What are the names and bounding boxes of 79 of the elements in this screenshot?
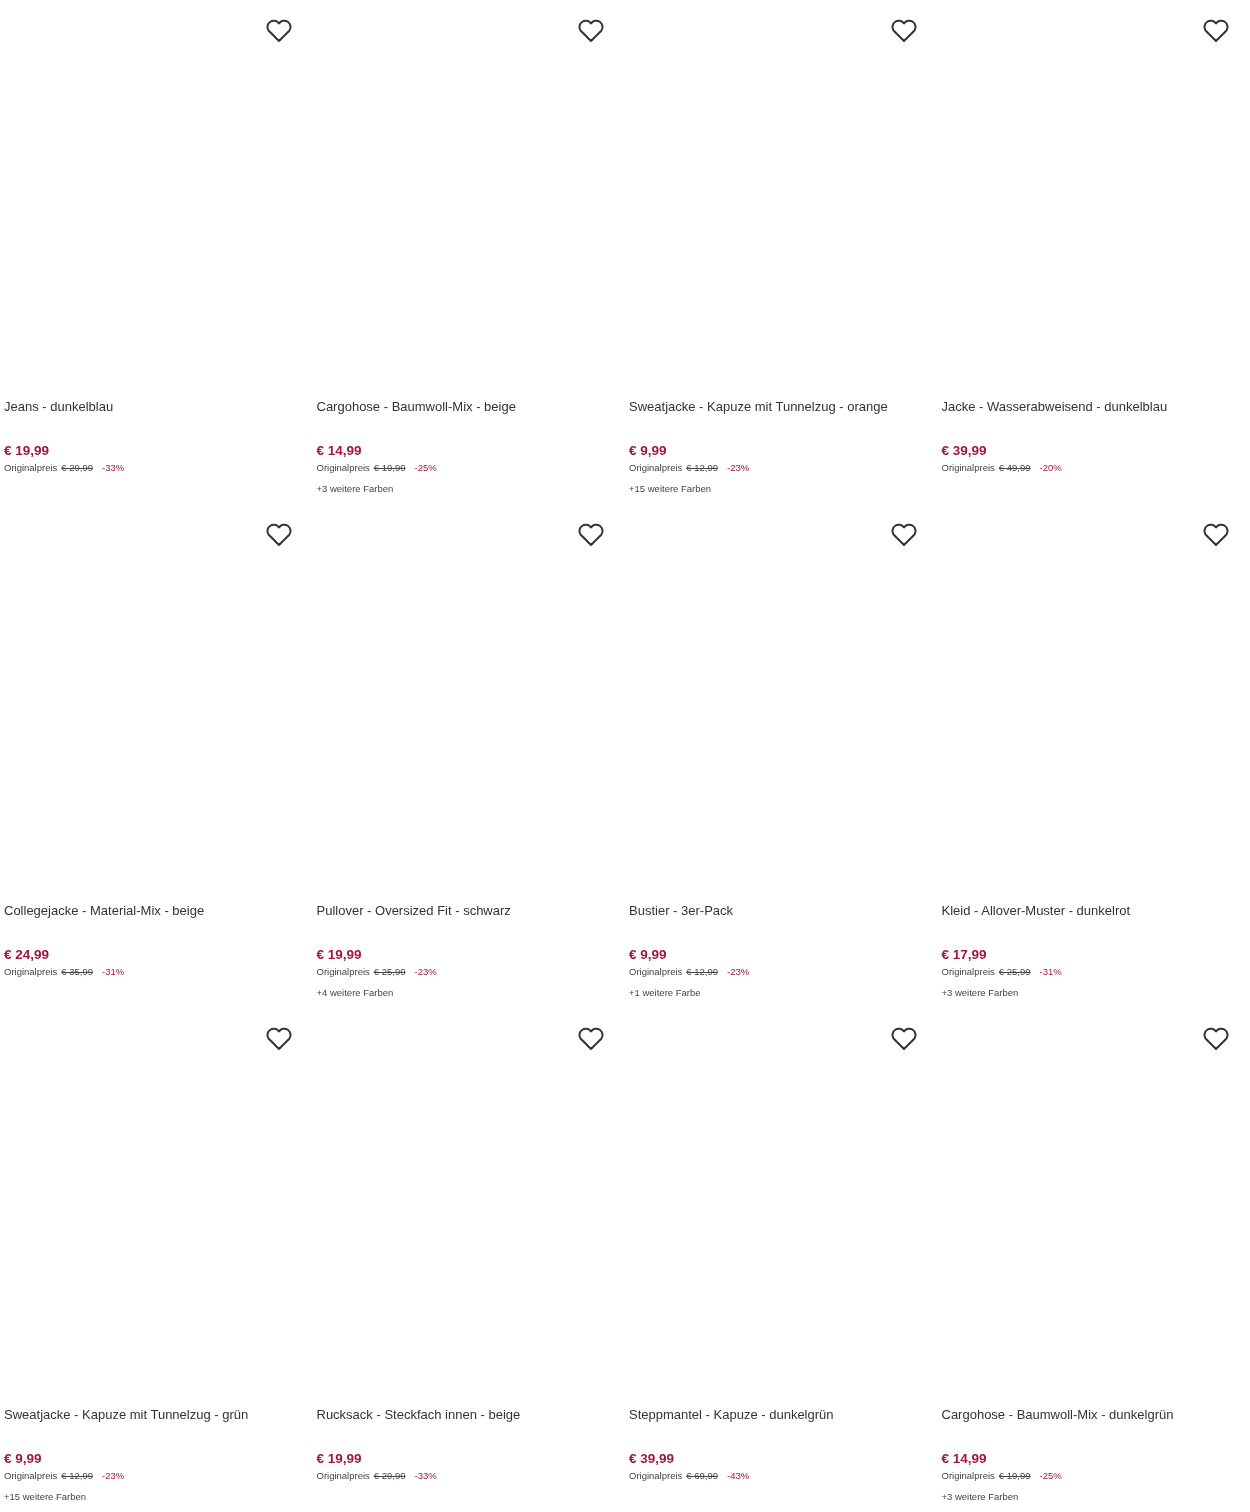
original-price-label: Originalpreis [316, 1469, 370, 1483]
original-price-label: Originalpreis [941, 965, 995, 979]
favorite-heart-icon[interactable] [889, 19, 918, 43]
favorite-heart-icon[interactable] [264, 1027, 293, 1051]
original-price: € 35,99 [61, 965, 94, 979]
product-title[interactable]: Kleid - Allover-Muster - dunkelrot [941, 902, 1246, 920]
favorite-heart-icon[interactable] [1202, 523, 1230, 547]
favorite-heart-icon[interactable] [889, 1027, 918, 1051]
original-price: € 12,99 [61, 1469, 94, 1483]
favorite-heart-icon[interactable] [1202, 19, 1230, 43]
original-price: € 69,99 [686, 1469, 719, 1483]
original-price-label: Originalpreis [316, 461, 370, 475]
original-price: € 12,99 [686, 965, 719, 979]
product-title[interactable]: Jeans - dunkelblau [4, 398, 309, 416]
discount-label: -33% [414, 1469, 437, 1483]
discount-label: -25% [414, 461, 437, 475]
favorite-heart-icon[interactable] [577, 523, 605, 547]
favorite-heart-icon[interactable] [577, 1027, 605, 1051]
discount-label: -20% [1039, 461, 1062, 475]
favorite-heart-icon[interactable] [577, 19, 605, 43]
original-price: € 29,99 [373, 1469, 406, 1483]
more-colors-link[interactable]: +3 weitere Farben [941, 1490, 1246, 1504]
product-title[interactable]: Jacke - Wasserabweisend - dunkelblau [941, 398, 1246, 416]
discount-label: -31% [1039, 965, 1062, 979]
product-title[interactable]: Cargohose - Baumwoll-Mix - beige [316, 398, 621, 416]
sale-price: € 14,99 [941, 1450, 988, 1468]
original-price: € 12,99 [686, 461, 719, 475]
discount-label: -23% [727, 965, 750, 979]
product-title[interactable]: Rucksack - Steckfach innen - beige [316, 1406, 621, 1424]
discount-label: -23% [727, 461, 750, 475]
sale-price: € 9,99 [629, 946, 668, 964]
original-price: € 19,99 [373, 461, 406, 475]
original-price-label: Originalpreis [4, 1469, 58, 1483]
more-colors-link[interactable]: +1 weitere Farbe [629, 986, 934, 1000]
favorite-heart-icon[interactable] [1202, 1027, 1230, 1051]
sale-price: € 14,99 [316, 442, 363, 460]
original-price-label: Originalpreis [629, 461, 683, 475]
sale-price: € 19,99 [4, 442, 51, 460]
more-colors-link[interactable]: +15 weitere Farben [4, 1490, 309, 1504]
product-title[interactable]: Sweatjacke - Kapuze mit Tunnelzug - grün [4, 1406, 309, 1424]
product-title[interactable]: Pullover - Oversized Fit - schwarz [316, 902, 621, 920]
product-title[interactable]: Cargohose - Baumwoll-Mix - dunkelgrün [941, 1406, 1246, 1424]
original-price: € 25,99 [373, 965, 406, 979]
favorite-heart-icon[interactable] [264, 19, 293, 43]
more-colors-link[interactable]: +4 weitere Farben [316, 986, 621, 1000]
discount-label: -23% [414, 965, 437, 979]
sale-price: € 39,99 [629, 1450, 676, 1468]
favorite-heart-icon[interactable] [264, 523, 293, 547]
original-price-label: Originalpreis [941, 1469, 995, 1483]
original-price: € 29,99 [61, 461, 94, 475]
more-colors-link[interactable]: +3 weitere Farben [316, 482, 621, 496]
original-price-label: Originalpreis [941, 461, 995, 475]
sale-price: € 19,99 [316, 1450, 363, 1468]
original-price: € 25,99 [998, 965, 1031, 979]
discount-label: -23% [102, 1469, 125, 1483]
sale-price: € 9,99 [4, 1450, 43, 1468]
original-price-label: Originalpreis [629, 1469, 683, 1483]
product-title[interactable]: Sweatjacke - Kapuze mit Tunnelzug - orange [629, 398, 934, 416]
product-title[interactable]: Collegejacke - Material-Mix - beige [4, 902, 309, 920]
original-price-label: Originalpreis [629, 965, 683, 979]
product-title[interactable]: Bustier - 3er-Pack [629, 902, 934, 920]
discount-label: -33% [102, 461, 125, 475]
sale-price: € 39,99 [941, 442, 988, 460]
original-price-label: Originalpreis [4, 461, 58, 475]
sale-price: € 24,99 [4, 946, 51, 964]
original-price: € 49,99 [998, 461, 1031, 475]
original-price-label: Originalpreis [4, 965, 58, 979]
discount-label: -25% [1039, 1469, 1062, 1483]
sale-price: € 17,99 [941, 946, 988, 964]
original-price: € 19,99 [998, 1469, 1031, 1483]
more-colors-link[interactable]: +15 weitere Farben [629, 482, 934, 496]
favorite-heart-icon[interactable] [889, 523, 918, 547]
sale-price: € 9,99 [629, 442, 668, 460]
more-colors-link[interactable]: +3 weitere Farben [941, 986, 1246, 1000]
original-price-label: Originalpreis [316, 965, 370, 979]
product-title[interactable]: Steppmantel - Kapuze - dunkelgrün [629, 1406, 934, 1424]
sale-price: € 19,99 [316, 946, 363, 964]
discount-label: -43% [727, 1469, 750, 1483]
discount-label: -31% [102, 965, 125, 979]
